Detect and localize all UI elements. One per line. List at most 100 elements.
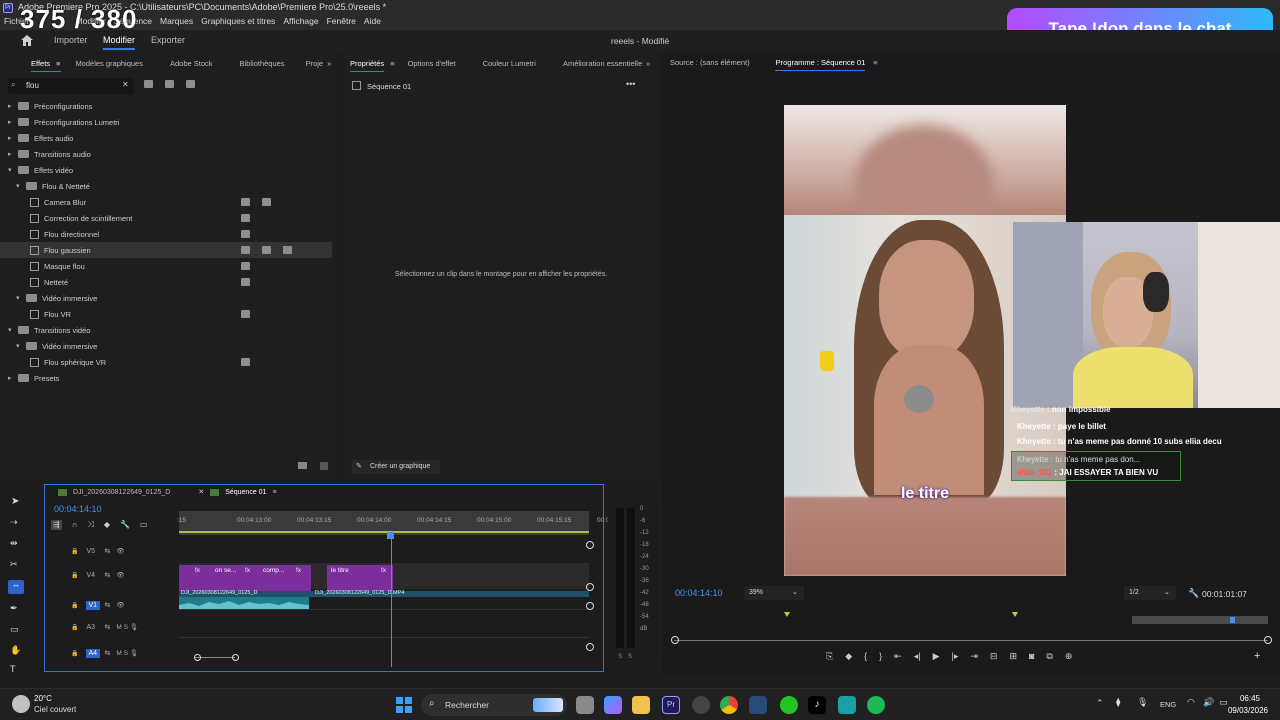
tree-folder[interactable]: ▾ Vidéo immersive	[16, 338, 97, 354]
tree-folder[interactable]: ▾ Transitions vidéo	[8, 322, 90, 338]
track-header[interactable]: 🔒 V1 ⇆ 👁	[45, 595, 179, 615]
tree-effect[interactable]: Flou sphérique VR	[24, 354, 106, 370]
weather-desc[interactable]: Ciel couvert	[34, 705, 76, 714]
create-graphic-button[interactable]: ✎ Créer un graphique	[352, 460, 440, 474]
track-name[interactable]: V4	[86, 572, 100, 579]
more-options-icon[interactable]: •••	[626, 79, 635, 89]
tab-adobe-stock[interactable]: Adobe Stock	[170, 59, 213, 68]
home-icon[interactable]	[20, 34, 34, 47]
more-tabs-icon[interactable]: »	[646, 59, 650, 68]
overwrite-icon[interactable]: ⊞	[1009, 651, 1017, 662]
solo-label[interactable]: S	[618, 654, 622, 660]
zoom-handle-left[interactable]	[194, 654, 201, 661]
timeline-timecode[interactable]: 00:04:14:10	[54, 504, 102, 514]
github-icon[interactable]	[692, 696, 710, 714]
slip-tool-icon[interactable]: ↔	[8, 580, 24, 594]
chrome-icon[interactable]	[720, 696, 738, 714]
resolution-select[interactable]: 1/2 ⌄	[1124, 586, 1176, 600]
new-bin-icon[interactable]	[298, 462, 307, 469]
close-tab-icon[interactable]: ✕	[198, 488, 204, 496]
mark-out-icon[interactable]: }	[879, 651, 882, 662]
tab-effets[interactable]: Effets	[31, 59, 50, 68]
chevron-right-icon[interactable]: ▸	[8, 102, 18, 110]
tab-bibliotheques[interactable]: Bibliothèques	[240, 59, 285, 68]
selection-tool-icon[interactable]: ➤	[11, 496, 19, 507]
track-header[interactable]: 🔒 A4 ⇆ M S 🎙	[45, 643, 179, 663]
zoom-handle-right[interactable]	[232, 654, 239, 661]
task-view-icon[interactable]	[576, 696, 594, 714]
mute-solo-mic-icon[interactable]: M S 🎙	[116, 623, 138, 631]
effects-search-input[interactable]: ⌕ flou ✕	[8, 78, 134, 94]
tree-effect[interactable]: Masque flou	[24, 258, 85, 274]
tree-effect[interactable]: Flou gaussien	[24, 242, 91, 258]
taskbar-search[interactable]: ⌕ Rechercher	[421, 694, 567, 716]
eye-icon[interactable]: 👁	[116, 601, 124, 609]
track-name[interactable]: V1	[86, 600, 101, 610]
tree-effect[interactable]: Correction de scintillement	[24, 210, 132, 226]
linked-selection-icon[interactable]: ∩	[72, 520, 78, 530]
tab-options-effet[interactable]: Options d'effet	[408, 59, 456, 68]
solo-label[interactable]: S	[628, 654, 632, 660]
eye-icon[interactable]: 👁	[116, 547, 124, 555]
export-frame-icon[interactable]: ◙	[1029, 651, 1034, 662]
program-playhead-region[interactable]	[1132, 616, 1268, 624]
chevron-right-icon[interactable]: ▸	[8, 134, 18, 142]
step-back-icon[interactable]: ◂|	[914, 651, 921, 662]
pen-tool-icon[interactable]: ✒	[10, 603, 18, 614]
wifi-icon[interactable]: ◠	[1187, 697, 1195, 708]
panel-menu-icon[interactable]: ≡	[873, 58, 877, 67]
sync-lock-icon[interactable]: ⇆	[104, 649, 110, 657]
step-forward-icon[interactable]: |▸	[951, 651, 958, 662]
text-tool-icon[interactable]: T	[10, 664, 16, 674]
accelerated-filter-icon[interactable]	[144, 80, 153, 88]
razor-icon[interactable]: ✂	[10, 559, 18, 570]
go-to-out-icon[interactable]: ⇥	[970, 651, 978, 662]
insert-icon[interactable]: ⊟	[990, 651, 998, 662]
windows-start-icon[interactable]	[396, 697, 412, 713]
scroll-handle[interactable]	[586, 541, 594, 549]
tab-modeles-graphiques[interactable]: Modèles graphiques	[75, 59, 143, 68]
horizontal-zoom-bar[interactable]	[195, 657, 235, 658]
timeline-playhead[interactable]	[387, 532, 394, 539]
play-icon[interactable]: ▶	[933, 651, 940, 662]
weather-temp[interactable]: 20°C	[34, 694, 52, 703]
chevron-right-icon[interactable]: ▸	[8, 118, 18, 126]
track-name[interactable]: V5	[86, 548, 100, 555]
tab-proprietes[interactable]: Propriétés	[350, 59, 384, 68]
sync-lock-icon[interactable]: ⇆	[104, 571, 110, 579]
panel-menu-icon[interactable]: ≡	[390, 59, 394, 68]
scroll-handle[interactable]	[586, 602, 594, 610]
clear-search-icon[interactable]: ✕	[122, 80, 129, 89]
track-name[interactable]: A3	[86, 624, 100, 631]
trash-icon[interactable]	[320, 462, 328, 470]
menu-item-graphiques[interactable]: Graphiques et titres	[201, 16, 275, 26]
tab-programme[interactable]: Programme : Séquence 01	[776, 58, 866, 67]
premiere-taskbar-icon[interactable]: Pr	[662, 696, 680, 714]
tab-couleur-lumetri[interactable]: Couleur Lumetri	[483, 59, 536, 68]
tab-projet[interactable]: Proje	[306, 59, 324, 68]
time-ruler[interactable]: :15 00:04:13:00 00:04:13:15 00:04:14:00 00:0…	[177, 511, 610, 535]
green-app-icon[interactable]	[780, 696, 798, 714]
tree-folder[interactable]: ▸ Préconfigurations Lumetri	[8, 114, 119, 130]
workspace-tab-exporter[interactable]: Exporter	[151, 35, 185, 45]
add-edit-icon[interactable]: ⤨	[87, 520, 93, 530]
chevron-down-icon[interactable]: ▾	[8, 166, 18, 174]
wrench-icon[interactable]: 🔧	[1188, 588, 1199, 599]
file-explorer-icon[interactable]	[632, 696, 650, 714]
clip-purple-1[interactable]: fx on se... fx comp... fx	[179, 565, 311, 591]
track-header[interactable]: 🔒 V5 ⇆ 👁	[45, 541, 179, 561]
lock-icon[interactable]: 🔒	[71, 624, 78, 631]
lock-icon[interactable]: 🔒	[71, 602, 78, 609]
rectangle-tool-icon[interactable]: ▭	[10, 624, 19, 635]
menu-item-aide[interactable]: Aide	[364, 16, 381, 26]
clock-time[interactable]: 06:45	[1220, 694, 1260, 703]
tab-sequence-01[interactable]: Séquence 01	[225, 489, 266, 496]
clock-date[interactable]: 09/03/2026	[1220, 706, 1268, 715]
sync-lock-icon[interactable]: ⇆	[104, 547, 110, 555]
scroll-handle[interactable]	[586, 583, 594, 591]
tab-amelioration[interactable]: Amélioration essentielle	[563, 59, 642, 68]
32bit-filter-icon[interactable]	[165, 80, 174, 88]
hand-tool-icon[interactable]: ✋	[10, 645, 21, 656]
yuv-filter-icon[interactable]	[186, 80, 195, 88]
workspace-tab-modifier[interactable]: Modifier	[103, 35, 135, 45]
